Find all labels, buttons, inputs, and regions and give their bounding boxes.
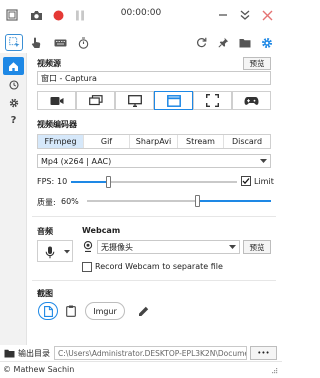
webcam-select-value: 无摄像头 <box>101 242 133 252</box>
clipboard-icon[interactable] <box>64 303 78 319</box>
minimize-to-tray-icon[interactable] <box>216 7 230 23</box>
quality-value: 60% <box>61 197 79 206</box>
webcam-icon <box>82 240 94 253</box>
audio-title: 音频 <box>37 227 53 236</box>
chevron-down-icon <box>260 158 267 165</box>
window-source-field[interactable]: 窗口 - Captura <box>37 71 271 85</box>
video-source-preview-button[interactable]: 预览 <box>243 57 271 70</box>
video-source-title: 视频源 <box>37 59 61 68</box>
folder-icon[interactable] <box>238 35 252 50</box>
screenshot-title: 截图 <box>37 289 53 298</box>
source-webcam-video-tab[interactable] <box>37 91 76 110</box>
quality-label: 质量: <box>37 198 56 207</box>
microphone-dropdown-button[interactable] <box>37 240 73 262</box>
nav-help-icon[interactable]: ? <box>7 113 20 127</box>
region-select-icon[interactable] <box>5 34 23 51</box>
click-hand-icon[interactable] <box>29 35 43 50</box>
screenshot-camera-icon[interactable] <box>28 7 44 23</box>
chevron-down-icon <box>229 244 236 251</box>
settings-gear-icon[interactable] <box>260 35 274 50</box>
nav-history-icon[interactable] <box>7 78 20 91</box>
section-divider <box>32 280 276 281</box>
source-screen-tab[interactable] <box>115 91 154 110</box>
timer-stopwatch-icon[interactable] <box>76 35 90 50</box>
quality-slider-thumb[interactable] <box>195 195 200 207</box>
separate-file-checkbox[interactable] <box>82 262 92 272</box>
encoder-tab-stream[interactable]: Stream <box>178 135 224 148</box>
source-gamepad-tab[interactable] <box>232 91 271 110</box>
capture-toolbar <box>0 31 282 53</box>
quality-slider-fill <box>197 200 271 202</box>
recording-timer: 00:00:00 <box>120 8 162 18</box>
fps-slider-thumb[interactable] <box>106 176 111 188</box>
encoder-tab-sharpavi[interactable]: SharpAvi <box>130 135 178 148</box>
codec-select-value: Mp4 (x264 | AAC) <box>41 156 112 166</box>
source-region-tab[interactable] <box>193 91 232 110</box>
keyboard-icon[interactable] <box>52 35 68 50</box>
nav-settings-icon[interactable] <box>7 96 20 109</box>
encoder-tab-ffmpeg[interactable]: FFmpeg <box>38 135 84 148</box>
fps-slider-fill <box>71 181 108 183</box>
record-button[interactable] <box>50 7 66 23</box>
encoder-tabs: FFmpeg Gif SharpAvi Stream Discard <box>37 134 271 149</box>
close-icon[interactable] <box>259 7 275 23</box>
chevron-down-icon <box>63 249 70 255</box>
output-path-field[interactable]: C:\Users\Administrator.DESKTOP-EPL3K2N\D… <box>54 346 247 360</box>
title-bar: 00:00:00 <box>0 0 282 30</box>
side-nav: ? <box>0 53 27 345</box>
microphone-icon <box>44 245 56 259</box>
codec-select[interactable]: Mp4 (x264 | AAC) <box>37 154 271 168</box>
source-type-tabs <box>37 91 271 110</box>
section-divider <box>32 216 276 217</box>
fps-slider[interactable] <box>71 176 237 188</box>
limit-checkbox[interactable] <box>241 176 251 186</box>
video-encoder-title: 视频编码器 <box>37 120 77 129</box>
separate-file-label: Record Webcam to separate file <box>95 262 223 271</box>
output-folder-label: 输出目录 <box>18 349 50 358</box>
limit-label: Limit <box>254 177 274 186</box>
encoder-tab-gif[interactable]: Gif <box>84 135 130 148</box>
webcam-preview-button[interactable]: 预览 <box>243 240 271 254</box>
save-to-disk-toggle[interactable] <box>38 302 58 320</box>
copyright-text: © Mathew Sachin <box>3 365 75 374</box>
collapse-chevron-icon[interactable] <box>238 6 252 23</box>
resize-grip-icon[interactable] <box>269 367 278 376</box>
nav-home-icon[interactable] <box>3 57 24 75</box>
webcam-select[interactable]: 无摄像头 <box>97 240 240 254</box>
fps-label: FPS: <box>37 177 55 186</box>
refresh-icon[interactable] <box>194 35 208 50</box>
browse-folder-button[interactable]: ••• <box>250 346 277 360</box>
edit-pencil-icon[interactable] <box>136 303 150 319</box>
encoder-tab-discard[interactable]: Discard <box>224 135 270 148</box>
quality-slider[interactable] <box>87 195 271 207</box>
output-folder-bar: 输出目录 C:\Users\Administrator.DESKTOP-EPL3… <box>0 345 282 361</box>
source-multi-screen-tab[interactable] <box>76 91 115 110</box>
fps-value: 10 <box>57 177 68 186</box>
webcam-title: Webcam <box>82 226 121 235</box>
app-logo-icon <box>5 8 19 22</box>
output-folder-icon[interactable] <box>3 347 15 359</box>
source-window-tab[interactable] <box>154 91 193 110</box>
imgur-button[interactable]: Imgur <box>85 302 125 320</box>
pause-icon[interactable] <box>72 7 88 23</box>
pin-icon[interactable] <box>216 35 230 50</box>
footer: © Mathew Sachin <box>0 361 282 378</box>
